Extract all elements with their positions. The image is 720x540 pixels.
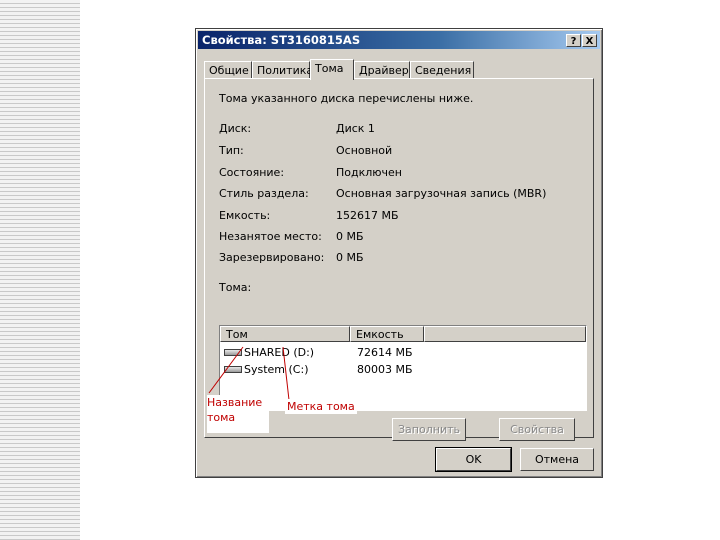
callout-lines — [208, 346, 290, 401]
callout-volume-label: Метка тома — [285, 399, 357, 414]
callout-volume-name: Название тома — [207, 395, 269, 433]
tab-volumes[interactable]: Тома — [310, 59, 354, 80]
